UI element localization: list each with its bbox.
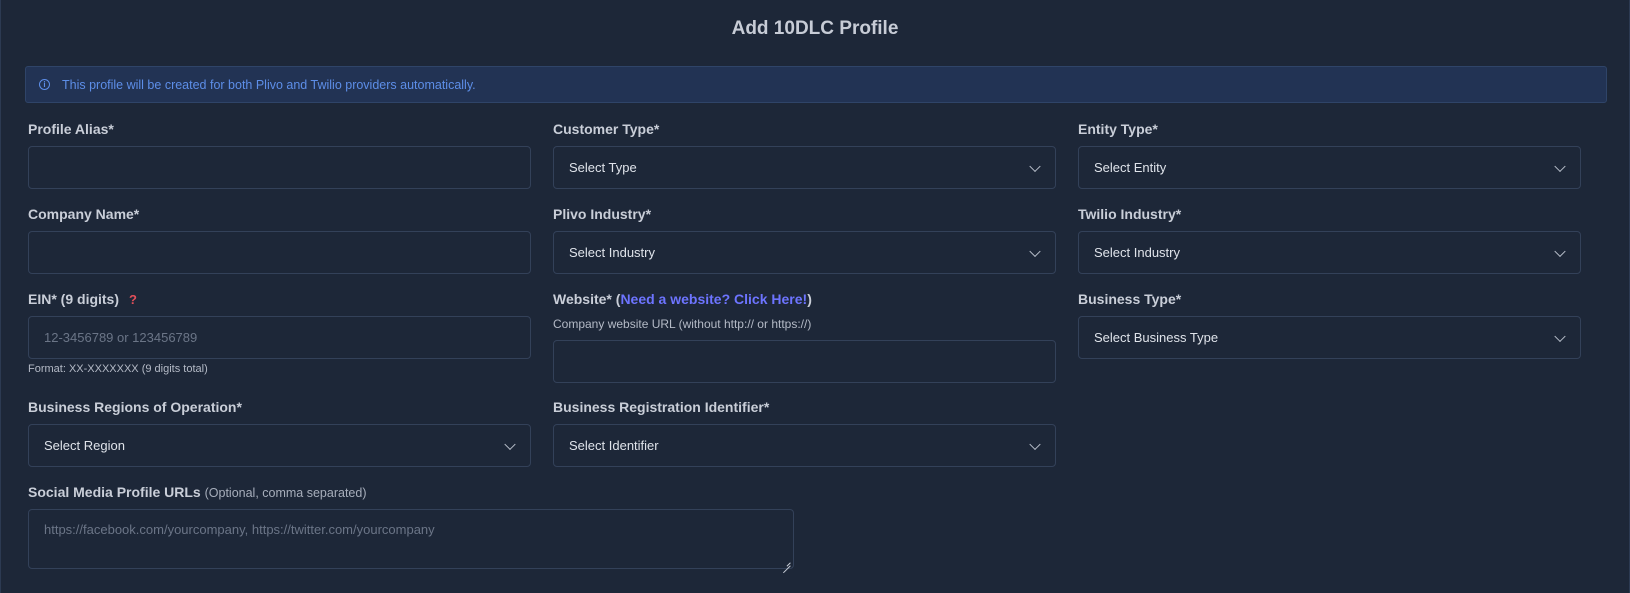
ein-label: EIN* (9 digits)? [28, 291, 137, 307]
chevron-down-icon [1554, 160, 1566, 172]
chevron-down-icon [1554, 245, 1566, 257]
chevron-down-icon [1029, 438, 1041, 450]
business-regions-label: Business Regions of Operation* [28, 399, 242, 415]
website-label: Website* (Need a website? Click Here!) [553, 291, 812, 307]
twilio-industry-value: Select Industry [1094, 245, 1180, 260]
social-media-label-text: Social Media Profile URLs [28, 484, 201, 500]
customer-type-select[interactable]: Select Type [553, 146, 1056, 189]
add-10dlc-profile-page: Add 10DLC Profile i This profile will be… [0, 0, 1630, 593]
ein-label-text: EIN* (9 digits) [28, 291, 120, 307]
social-media-label: Social Media Profile URLs (Optional, com… [28, 484, 367, 500]
social-media-label-note: (Optional, comma separated) [204, 486, 367, 500]
business-type-select[interactable]: Select Business Type [1078, 316, 1581, 359]
notice-text: This profile will be created for both Pl… [62, 77, 476, 92]
website-hint: Company website URL (without http:// or … [553, 317, 812, 331]
company-name-input[interactable] [28, 231, 531, 274]
entity-type-label: Entity Type* [1078, 121, 1158, 137]
profile-alias-label: Profile Alias* [28, 121, 114, 137]
profile-alias-input[interactable] [28, 146, 531, 189]
website-label-end: ) [807, 291, 812, 307]
customer-type-label: Customer Type* [553, 121, 660, 137]
website-label-text: Website* ( [553, 291, 621, 307]
chevron-down-icon [504, 438, 516, 450]
business-regions-value: Select Region [44, 438, 125, 453]
social-media-textarea[interactable]: https://facebook.com/yourcompany, https:… [28, 509, 794, 569]
info-icon: i [39, 79, 50, 90]
info-notice: i This profile will be created for both … [25, 66, 1607, 103]
entity-type-value: Select Entity [1094, 160, 1167, 175]
page-title: Add 10DLC Profile [731, 18, 899, 39]
twilio-industry-select[interactable]: Select Industry [1078, 231, 1581, 274]
chevron-down-icon [1029, 245, 1041, 257]
business-registration-label: Business Registration Identifier* [553, 399, 770, 415]
plivo-industry-label: Plivo Industry* [553, 206, 652, 222]
business-type-value: Select Business Type [1094, 330, 1219, 345]
chevron-down-icon [1554, 330, 1566, 342]
business-type-label: Business Type* [1078, 291, 1182, 307]
company-name-label: Company Name* [28, 206, 140, 222]
need-website-link[interactable]: Need a website? Click Here! [620, 291, 807, 307]
plivo-industry-select[interactable]: Select Industry [553, 231, 1056, 274]
twilio-industry-label: Twilio Industry* [1078, 206, 1182, 222]
business-registration-select[interactable]: Select Identifier [553, 424, 1056, 467]
plivo-industry-value: Select Industry [569, 245, 655, 260]
chevron-down-icon [1029, 160, 1041, 172]
question-icon[interactable]: ? [129, 292, 137, 307]
resize-handle-icon[interactable] [783, 558, 791, 566]
social-media-placeholder: https://facebook.com/yourcompany, https:… [44, 522, 435, 537]
business-registration-value: Select Identifier [569, 438, 659, 453]
customer-type-value: Select Type [569, 160, 637, 175]
ein-input[interactable]: 12-3456789 or 123456789 [28, 316, 531, 359]
entity-type-select[interactable]: Select Entity [1078, 146, 1581, 189]
website-input[interactable] [553, 340, 1056, 383]
ein-format-hint: Format: XX-XXXXXXX (9 digits total) [28, 363, 208, 375]
business-regions-select[interactable]: Select Region [28, 424, 531, 467]
ein-placeholder: 12-3456789 or 123456789 [44, 330, 198, 345]
